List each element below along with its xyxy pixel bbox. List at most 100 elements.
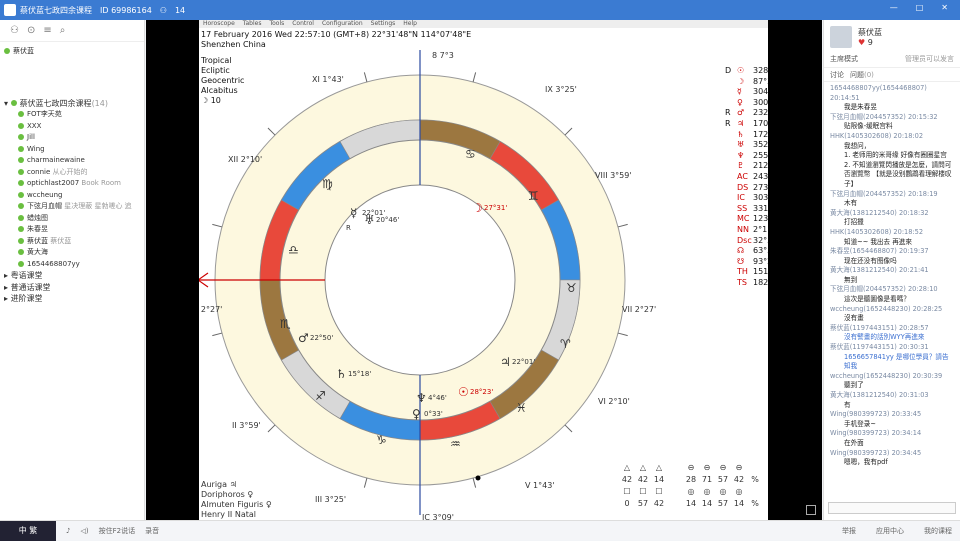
chat-message: 嗯嗯，我有pdf (844, 458, 888, 467)
chat-input[interactable] (828, 502, 956, 514)
avatar (830, 26, 852, 48)
room-link[interactable]: ▸ 普通话课堂 (4, 282, 140, 294)
list-icon[interactable]: ≡ (43, 25, 51, 36)
house-label: VII 2°27' (622, 305, 656, 314)
my-courses-link[interactable]: 我的课程 (924, 526, 952, 536)
group-header[interactable]: ▾ 蔡伏蓝七政四余课程(14) (4, 98, 140, 110)
list-item[interactable]: wccheung (4, 190, 140, 202)
planet-row: R♃170° (725, 118, 768, 128)
speaker-icon[interactable]: ◁) (80, 527, 88, 535)
room-link[interactable]: ▸ 粤语课堂 (4, 270, 140, 282)
aspect-cell: 57 (717, 475, 729, 484)
sign-glyph-icon: ♈ (560, 337, 571, 351)
house-label: V 1°43' (525, 481, 554, 490)
room-link[interactable]: ▸ 进阶课堂 (4, 293, 140, 305)
heart-icon[interactable]: ♥ (858, 38, 865, 47)
user-count-icon: ⚇ (159, 5, 167, 15)
house-label: IC 3°09' (422, 513, 454, 520)
house-label: VIII 3°59' (595, 171, 632, 180)
point-marker (475, 475, 481, 481)
planet-degree-label: 28°23' (470, 388, 493, 396)
planet-table: D☉328°☽87°3☿304°♀300°R♂232°R♃170°♄172°♅3… (725, 66, 768, 288)
room-item[interactable]: 蔡伏蓝 (4, 46, 140, 58)
chat-message: 我是朱春昱 (844, 103, 877, 112)
chat-message: 有 (844, 400, 851, 409)
host-header: 蔡伏蓝 ♥ 9 (824, 20, 960, 54)
chat-user: wccheung(1652448230) 20:30:39 (830, 371, 943, 380)
webcam-thumbnail[interactable]: 中 繁 (0, 520, 56, 541)
record-button[interactable]: 录音 (145, 526, 159, 536)
app-logo-icon (4, 4, 16, 16)
planet-glyph-icon: ♅ (364, 213, 375, 227)
chat-user: 朱春昱(1654468807) 20:19:37 (830, 247, 929, 256)
aspect-cell: 14 (733, 499, 745, 508)
sign-glyph-icon: ♓ (516, 401, 527, 415)
list-item[interactable]: optichlast2007 Book Room (4, 178, 140, 190)
chat-user: 下弦月血帽(204457352) 20:28:10 (830, 285, 938, 294)
fullscreen-icon[interactable] (806, 505, 816, 515)
planet-degree-label: 20°46' (376, 216, 399, 224)
chat-message: 1. 老师用的米哥缘 好像有圈圈星宫 (844, 151, 947, 160)
astrology-chart: IX 3°25' XI 1°43' XII 2°10' I 2°27' II 3°59'… (199, 50, 656, 520)
search-icon[interactable]: ⌕ (60, 25, 66, 36)
sign-glyph-icon: ♐ (315, 389, 326, 403)
mode-bar: 主席模式 管理员可以发言 (824, 54, 960, 68)
list-item[interactable]: Wing (4, 144, 140, 156)
house-label: II 3°59' (232, 421, 261, 430)
chat-message: 打招擸 (844, 218, 864, 227)
planet-row: ♇212° (737, 161, 768, 171)
planet-row: Dsc32°5 (737, 235, 768, 245)
list-item[interactable]: 蔡伏蓝 蔡伏蓝 (4, 236, 140, 248)
house-label: 8 7°3 (432, 51, 454, 60)
chart-notes: Auriga ♃ Doriphoros ♀ Almuten Figuris ♀ … (201, 480, 272, 520)
list-item[interactable]: 蜡烛图 (4, 213, 140, 225)
planet-row: TS182° (737, 277, 768, 287)
minimize-icon[interactable]: — (890, 3, 898, 12)
tab-discuss[interactable]: 讨论 (830, 70, 844, 80)
list-item[interactable]: 朱春昱 (4, 224, 140, 236)
sign-glyph-icon: ♑ (376, 433, 387, 447)
list-item[interactable]: Jill (4, 132, 140, 144)
title-bar: 蔡伏蓝七政四余课程 ID 69986164 ⚇ 14 — □ ✕ (0, 0, 960, 20)
user-icon[interactable]: ⚇ (10, 25, 19, 36)
list-item[interactable]: FOT李天苑 (4, 109, 140, 121)
chat-user: 下弦月血帽(204457352) 20:15:32 (830, 112, 938, 121)
planet-row: ☊63°5 (737, 246, 768, 256)
location-icon[interactable]: ⊙ (27, 25, 35, 36)
planet-row: NN 2°1 (737, 224, 768, 234)
aspect-cell: 42 (637, 475, 649, 484)
like-count: 9 (867, 38, 873, 47)
list-item[interactable]: 1654468807yy (4, 259, 140, 271)
user-count: 14 (174, 5, 186, 15)
list-item[interactable]: connie 从心开始的 (4, 167, 140, 179)
report-link[interactable]: 举报 (842, 526, 856, 536)
chat-user: 黄大海(1381212540) 20:18:32 (830, 208, 929, 217)
planet-glyph-icon: ☿ (350, 206, 357, 220)
sign-glyph-icon: ♏ (280, 317, 291, 331)
planet-glyph-icon: ♄ (336, 367, 347, 381)
aspect-cell: 57 (637, 499, 649, 508)
list-item[interactable]: charmainewaine (4, 155, 140, 167)
planet-glyph-icon: ♂ (298, 331, 309, 345)
house-cusp-tick (267, 424, 276, 433)
aspect-cell: 14 (653, 475, 665, 484)
list-item[interactable]: XXX (4, 121, 140, 133)
chat-user: 1654468807yy(1654468807) 20:14:51 (830, 84, 927, 102)
chat-message: 我想问， (844, 141, 871, 150)
list-item[interactable]: 下弦月血帽 星决理蔽 星勃嗟心 追 (4, 201, 140, 213)
chat-user: HHK(1405302608) 20:18:02 (830, 131, 924, 140)
chat-user: Wing(980399723) 20:33:45 (830, 410, 922, 419)
list-item[interactable]: 黄大海 (4, 247, 140, 259)
planet-degree-label: 22°50' (310, 334, 333, 342)
planet-glyph-icon: ♃ (500, 355, 511, 369)
house-cusp-tick (617, 332, 628, 337)
app-center-link[interactable]: 应用中心 (876, 526, 904, 536)
maximize-icon[interactable]: □ (916, 3, 924, 12)
sign-glyph-icon: ♊ (528, 189, 539, 203)
mic-icon[interactable]: ♪ (66, 527, 70, 535)
push-to-talk[interactable]: 按住F2说话 (99, 526, 135, 536)
tab-questions[interactable]: 问题(0) (850, 70, 874, 80)
chat-user: 黄大海(1381212540) 20:21:41 (830, 266, 929, 275)
house-cusp-tick (472, 72, 477, 83)
close-icon[interactable]: ✕ (941, 3, 948, 12)
